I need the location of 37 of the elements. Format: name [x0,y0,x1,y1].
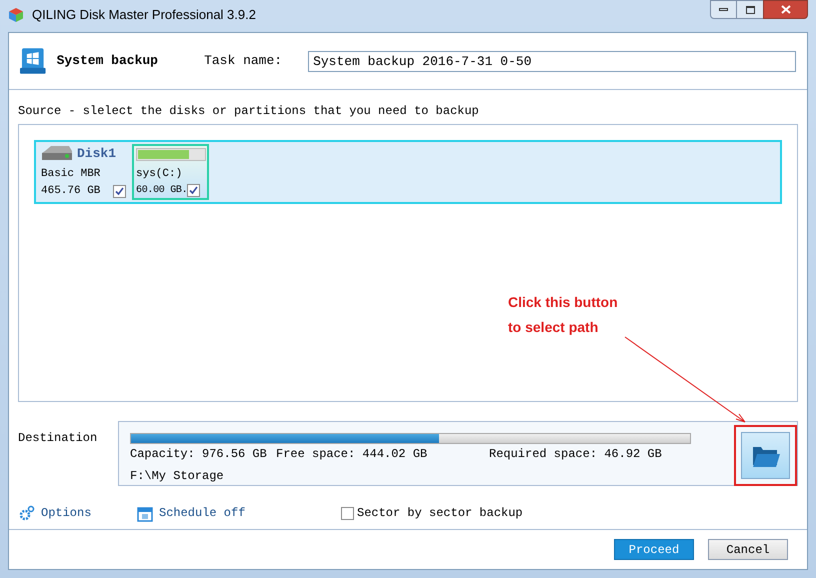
disk-size: 465.76 GB [41,184,100,199]
task-name-field[interactable]: System backup 2016-7-31 0-50 [308,50,796,72]
required-space-text: Required space: 46.92 GB [489,446,662,463]
destination-label: Destination [18,430,98,447]
partition-size: 60.00 GB. [136,184,188,198]
partition-checkbox[interactable] [187,184,200,196]
maximize-button[interactable] [737,0,763,19]
partition-tile[interactable]: sys(C:) 60.00 GB. [132,144,209,200]
proceed-button[interactable]: Proceed [614,539,694,560]
sector-checkbox[interactable] [341,506,354,520]
annotation-text: Click this button [508,293,618,312]
close-icon [780,5,790,14]
close-button[interactable] [763,0,808,19]
partition-name: sys(C:) [136,167,184,182]
cancel-button[interactable]: Cancel [708,539,788,560]
minimize-button[interactable] [710,0,737,19]
destination-path: F:\My Storage [130,468,225,485]
disk-name: Disk1 [77,145,116,163]
calendar-icon [137,504,153,522]
cube-icon [8,7,24,23]
disk-checkbox[interactable] [113,184,126,198]
schedule-link[interactable]: Schedule off [137,504,341,522]
sector-label: Sector by sector backup [357,505,523,522]
gears-icon [19,505,35,521]
hard-disk-icon [41,144,73,163]
source-label: Source - slelect the disks or partitions that you need to backup [18,104,479,118]
disk-row[interactable]: Disk1 Basic MBR 465.76 GB sys(C:) 60.00 GB. [34,140,782,204]
task-name-label: Task name: [204,52,282,70]
disk-type: Basic MBR [41,166,102,182]
free-space-text: Free space: 444.02 GB [276,446,428,463]
options-link[interactable]: Options [19,504,137,522]
drive-icon [20,47,46,75]
page-title: System backup [56,52,159,70]
window-title: QILING Disk Master Professional 3.9.2 [32,6,256,24]
capacity-text: Capacity: 976.56 GB [130,446,268,463]
annotation-text: to select path [508,318,600,337]
browse-folder-button[interactable] [741,432,790,479]
